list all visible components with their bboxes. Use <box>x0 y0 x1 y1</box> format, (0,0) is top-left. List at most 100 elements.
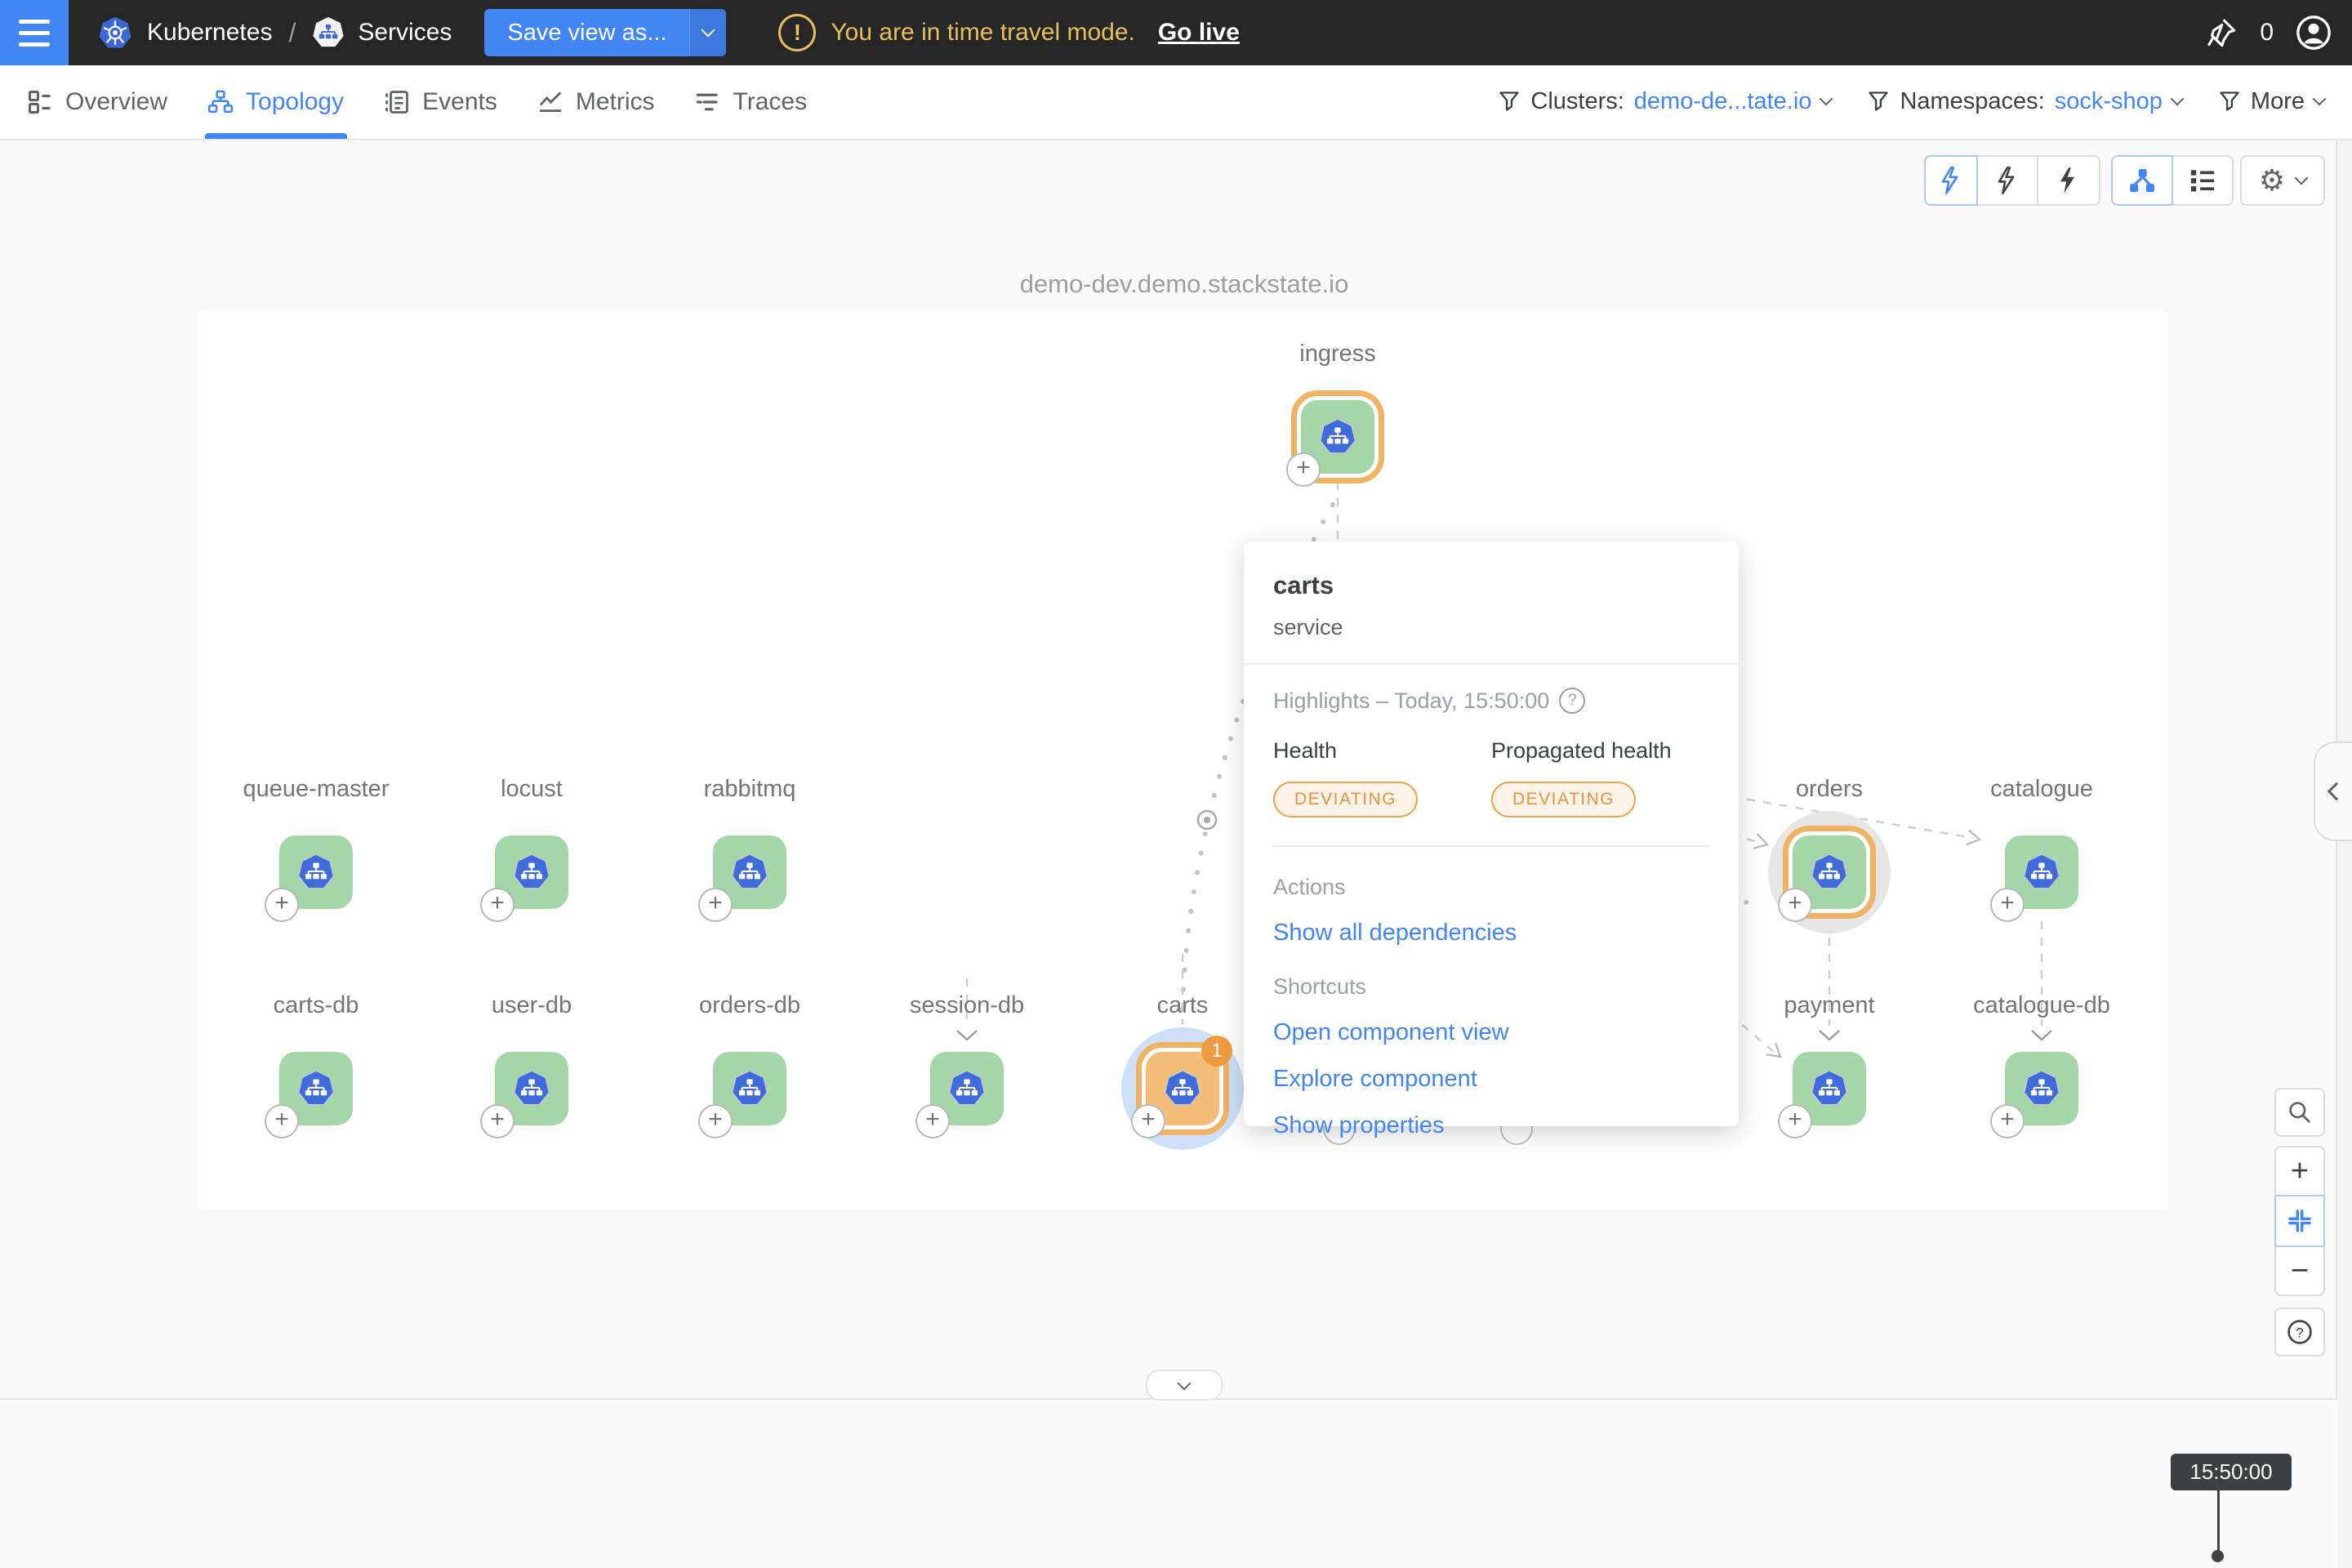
view-tab-bar: Overview Topology <box>0 65 2352 140</box>
user-avatar[interactable] <box>2295 14 2332 51</box>
save-view-as-caret[interactable] <box>689 9 726 56</box>
lightning-filled-icon <box>2055 167 2082 194</box>
breadcrumb-separator: / <box>288 18 296 48</box>
topology-icon <box>208 90 233 114</box>
search-graph-button[interactable] <box>2274 1088 2325 1137</box>
search-icon <box>2287 1099 2313 1125</box>
expand-node-button-user-db[interactable]: + <box>480 1104 514 1138</box>
expand-node-button-rabbitmq[interactable]: + <box>698 888 733 922</box>
list-view-icon <box>2189 167 2216 194</box>
expand-node-button-carts-db[interactable]: + <box>265 1104 299 1138</box>
kubernetes-service-icon <box>1319 418 1356 456</box>
health-filter-deviating-button[interactable] <box>1976 155 2038 206</box>
filter-more[interactable]: More <box>2218 88 2324 115</box>
kubernetes-service-icon <box>1811 1070 1848 1107</box>
health-status-badge: DEVIATING <box>1273 782 1418 817</box>
expand-node-button-carts[interactable]: + <box>1131 1104 1165 1138</box>
tab-topology[interactable]: Topology <box>208 65 344 139</box>
popup-title: carts <box>1273 571 1709 600</box>
tab-overview[interactable]: Overview <box>28 65 167 139</box>
filter-namespaces[interactable]: Namespaces: sock-shop <box>1867 88 2181 115</box>
menu-icon[interactable] <box>0 0 69 65</box>
kubernetes-service-icon <box>513 853 550 891</box>
traces-icon <box>696 90 720 114</box>
cluster-title: demo-dev.demo.stackstate.io <box>849 270 1519 299</box>
right-panel-toggle[interactable] <box>2314 742 2352 841</box>
time-marker-line[interactable] <box>2217 1483 2220 1553</box>
app-root: Kubernetes / Services Save view as... ! … <box>0 0 2352 1568</box>
show-all-dependencies-link[interactable]: Show all dependencies <box>1273 920 1709 947</box>
health-filter-all-button[interactable] <box>1924 155 1978 206</box>
timeline-panel <box>0 1398 2337 1568</box>
kubernetes-service-icon <box>2023 853 2060 891</box>
kubernetes-service-icon <box>513 1070 550 1107</box>
view-mode-list-button[interactable] <box>2172 155 2234 206</box>
save-view-as-button[interactable]: Save view as... <box>484 9 726 56</box>
kubernetes-icon <box>98 16 132 50</box>
funnel-icon <box>1498 90 1521 113</box>
time-marker-handle[interactable] <box>2212 1550 2224 1562</box>
funnel-icon <box>1867 90 1890 113</box>
events-icon <box>385 90 409 114</box>
kubernetes-service-icon <box>297 853 335 891</box>
view-mode-graph-button[interactable] <box>2111 155 2173 206</box>
kubernetes-service-icon <box>948 1070 986 1107</box>
tab-metrics[interactable]: Metrics <box>538 65 655 139</box>
expand-node-button-queue-master[interactable]: + <box>265 888 299 922</box>
kubernetes-service-icon <box>731 853 768 891</box>
graph-view-icon <box>2128 167 2156 194</box>
zoom-in-button[interactable]: + <box>2274 1146 2325 1196</box>
go-live-link[interactable]: Go live <box>1158 19 1240 47</box>
explore-component-link[interactable]: Explore component <box>1273 1066 1709 1093</box>
right-rail <box>2337 139 2352 1568</box>
kubernetes-service-icon <box>1811 853 1848 891</box>
tab-events[interactable]: Events <box>385 65 497 139</box>
component-popup: carts service Highlights – Today, 15:50:… <box>1244 541 1739 1126</box>
expand-node-button-orders-db[interactable]: + <box>698 1104 733 1138</box>
funnel-icon <box>2218 90 2241 113</box>
warning-icon: ! <box>778 14 816 51</box>
fit-to-screen-icon <box>2287 1208 2313 1234</box>
expand-node-button-catalogue-db[interactable]: + <box>1990 1104 2025 1138</box>
lightning-outline-blue-icon <box>1937 167 1965 194</box>
help-button[interactable]: ? <box>2274 1307 2325 1356</box>
pin-count: 0 <box>2260 19 2274 47</box>
tab-traces[interactable]: Traces <box>696 65 808 139</box>
help-icon: ? <box>2286 1318 2314 1346</box>
open-component-view-link[interactable]: Open component view <box>1273 1019 1709 1046</box>
kubernetes-service-icon <box>297 1070 335 1107</box>
help-circle-icon[interactable]: ? <box>1559 688 1585 714</box>
lightning-outline-icon <box>1993 167 2021 194</box>
zoom-out-button[interactable]: − <box>2274 1245 2325 1296</box>
overview-icon <box>28 90 52 114</box>
gear-icon: ⚙ <box>2259 164 2285 198</box>
timeline-collapse-toggle[interactable] <box>1146 1370 1223 1401</box>
services-icon <box>312 16 345 49</box>
breadcrumb-kubernetes[interactable]: Kubernetes <box>147 19 272 47</box>
namespaces-value: sock-shop <box>2055 88 2163 115</box>
filter-clusters[interactable]: Clusters: demo-de...tate.io <box>1498 88 1831 115</box>
popup-shortcuts-heading: Shortcuts <box>1273 974 1709 1000</box>
metrics-icon <box>538 90 563 114</box>
zoom-fit-button[interactable] <box>2274 1195 2325 1247</box>
expand-node-button-ingress[interactable]: + <box>1286 452 1321 487</box>
expand-node-button-catalogue[interactable]: + <box>1990 888 2025 922</box>
show-properties-link[interactable]: Show properties <box>1273 1112 1709 1139</box>
expand-node-button-session-db[interactable]: + <box>915 1104 950 1138</box>
time-travel-warning: ! You are in time travel mode. Go live <box>778 14 1239 51</box>
graph-settings-button[interactable]: ⚙ <box>2240 155 2325 206</box>
expand-node-button-locust[interactable]: + <box>480 888 514 922</box>
kubernetes-service-icon <box>2023 1070 2060 1107</box>
breadcrumb: Kubernetes / Services <box>98 16 452 50</box>
breadcrumb-services[interactable]: Services <box>358 19 452 47</box>
health-filter-critical-button[interactable] <box>2037 155 2100 206</box>
clusters-value: demo-de...tate.io <box>1634 88 1812 115</box>
top-bar: Kubernetes / Services Save view as... ! … <box>0 0 2352 65</box>
expand-node-button-orders[interactable]: + <box>1778 888 1812 922</box>
kubernetes-service-icon <box>731 1070 768 1107</box>
expand-node-button-payment[interactable]: + <box>1778 1104 1812 1138</box>
popup-highlights-heading: Highlights – Today, 15:50:00 ? <box>1273 688 1709 714</box>
svg-text:?: ? <box>2296 1325 2303 1340</box>
pin-icon[interactable] <box>2204 16 2238 50</box>
propagated-health-status-badge: DEVIATING <box>1491 782 1636 817</box>
